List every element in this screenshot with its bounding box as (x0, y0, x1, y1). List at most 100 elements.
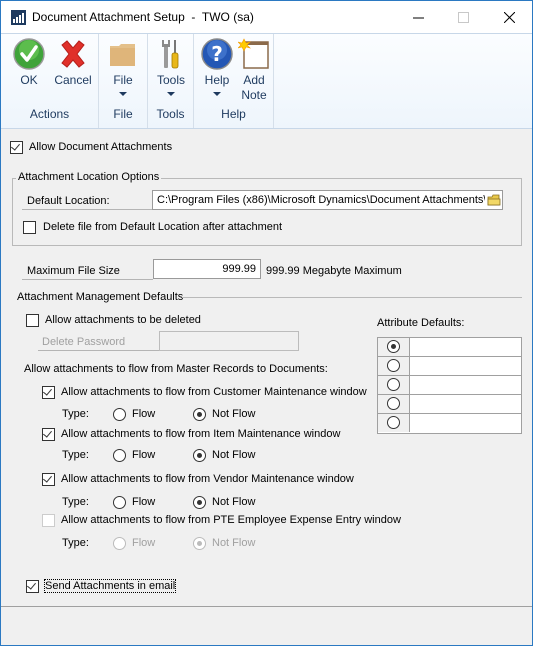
maximum-file-size-label-underline (22, 279, 153, 280)
vendor-not-flow-radio[interactable] (193, 496, 206, 509)
tools-icon (155, 38, 187, 70)
help-dropdown-caret-icon (213, 92, 221, 96)
allow-delete-label: Allow attachments to be deleted (45, 314, 201, 326)
customer-flow-checkbox[interactable] (42, 386, 55, 399)
default-location-label: Default Location: (27, 195, 110, 207)
vendor-type-label: Type: (62, 496, 89, 508)
maximum-file-size-label: Maximum File Size (27, 265, 120, 277)
ok-label: OK (20, 73, 38, 87)
close-icon (504, 11, 515, 23)
file-menu-button[interactable]: File (105, 38, 141, 96)
pte-expense-type-label: Type: (62, 537, 89, 549)
item-not-flow-radio[interactable] (193, 449, 206, 462)
default-location-label-underline (22, 209, 152, 210)
checkmark-icon (43, 386, 52, 396)
folder-lookup-icon (487, 194, 500, 206)
ribbon-group-actions: OK Cancel Actions (1, 34, 99, 128)
ok-button[interactable]: OK (9, 38, 49, 88)
flow-heading: Allow attachments to flow from Master Re… (24, 363, 328, 375)
attribute-row[interactable] (378, 376, 521, 395)
item-type-label: Type: (62, 449, 89, 461)
minimize-icon (413, 17, 424, 18)
customer-not-flow-radio[interactable] (193, 408, 206, 421)
send-in-email-label: Send Attachments in email (43, 579, 177, 593)
vendor-flow-radio-label: Flow (132, 496, 156, 508)
ok-check-icon (13, 38, 45, 70)
vendor-not-flow-radio-label: Not Flow (212, 496, 256, 508)
item-not-flow-radio-label: Not Flow (212, 449, 256, 461)
allow-document-attachments-label: Allow Document Attachments (29, 141, 173, 153)
title-bar: Document Attachment Setup - TWO (sa) (1, 1, 532, 33)
ribbon-toolbar: OK Cancel Actions File File Tools Tools … (1, 33, 532, 129)
attribute-defaults-table (377, 337, 522, 434)
item-flow-checkbox[interactable] (42, 428, 55, 441)
ribbon-group-file: File File (99, 34, 148, 128)
send-in-email-checkbox[interactable] (26, 580, 39, 593)
minimize-button[interactable] (396, 1, 441, 33)
attribute-radio[interactable] (387, 378, 400, 391)
attribute-row[interactable] (378, 338, 521, 357)
attribute-row[interactable] (378, 414, 521, 433)
tools-dropdown-caret-icon (167, 92, 175, 96)
group-label-actions: Actions (29, 107, 70, 121)
ribbon-group-tools: Tools Tools (148, 34, 194, 128)
allow-delete-checkbox[interactable] (26, 314, 39, 327)
file-label: File (113, 73, 133, 87)
maximum-file-size-field[interactable]: 999.99 (153, 259, 261, 279)
maximize-button[interactable] (441, 1, 486, 33)
customer-flow-radio-label: Flow (132, 408, 156, 420)
attribute-radio[interactable] (387, 397, 400, 410)
vendor-flow-checkbox[interactable] (42, 473, 55, 486)
attribute-row[interactable] (378, 357, 521, 376)
delete-password-label-underline (38, 350, 159, 351)
attribute-radio[interactable] (387, 359, 400, 372)
checkmark-icon (43, 473, 52, 483)
browse-folder-button[interactable] (485, 190, 503, 210)
attachment-management-defaults-heading: Attachment Management Defaults (17, 291, 184, 303)
add-note-label-line2: Note (241, 88, 267, 102)
pte-expense-flow-radio[interactable] (113, 537, 126, 550)
delete-after-attachment-checkbox[interactable] (23, 221, 36, 234)
help-icon: ? (201, 38, 233, 70)
add-note-icon (237, 38, 270, 70)
group-label-help: Help (221, 107, 246, 121)
group-label-file: File (113, 107, 133, 121)
customer-flow-label: Allow attachments to flow from Customer … (61, 386, 367, 398)
pte-expense-flow-label: Allow attachments to flow from PTE Emplo… (61, 514, 401, 526)
pte-expense-not-flow-radio[interactable] (193, 537, 206, 550)
add-note-label-line1: Add (243, 73, 265, 87)
attribute-row[interactable] (378, 395, 521, 414)
attribute-radio[interactable] (387, 416, 400, 429)
customer-flow-radio[interactable] (113, 408, 126, 421)
pte-expense-flow-radio-label: Flow (132, 537, 156, 549)
window-title: Document Attachment Setup - TWO (sa) (32, 10, 254, 24)
pte-expense-not-flow-radio-label: Not Flow (212, 537, 256, 549)
customer-type-label: Type: (62, 408, 89, 420)
ribbon-group-help: ? Help Add Note Help (194, 34, 274, 128)
help-menu-button[interactable]: ? Help (199, 38, 235, 96)
default-location-field[interactable]: C:\Program Files (x86)\Microsoft Dynamic… (152, 190, 486, 210)
close-button[interactable] (487, 1, 532, 33)
attribute-radio[interactable] (387, 340, 400, 353)
item-flow-label: Allow attachments to flow from Item Main… (61, 428, 341, 440)
checkmark-icon (11, 141, 20, 151)
tools-menu-button[interactable]: Tools (153, 38, 189, 96)
cancel-button[interactable]: Cancel (51, 38, 95, 88)
document-attachment-setup-window: Document Attachment Setup - TWO (sa) OK … (0, 0, 533, 646)
cancel-x-icon (57, 38, 89, 70)
file-dropdown-caret-icon (119, 92, 127, 96)
delete-password-label: Delete Password (42, 336, 126, 348)
vendor-flow-radio[interactable] (113, 496, 126, 509)
delete-password-field[interactable] (159, 331, 299, 351)
attribute-defaults-label: Attribute Defaults: (377, 317, 465, 329)
pte-expense-flow-checkbox[interactable] (42, 514, 55, 527)
item-flow-radio[interactable] (113, 449, 126, 462)
checkmark-icon (27, 580, 36, 590)
add-note-button[interactable]: Add Note (236, 38, 272, 103)
app-icon (11, 10, 26, 25)
svg-text:?: ? (211, 42, 223, 66)
help-label: Help (204, 73, 230, 87)
allow-document-attachments-checkbox[interactable] (10, 141, 23, 154)
maximum-file-size-note: 999.99 Megabyte Maximum (266, 265, 402, 277)
cancel-label: Cancel (54, 73, 92, 87)
